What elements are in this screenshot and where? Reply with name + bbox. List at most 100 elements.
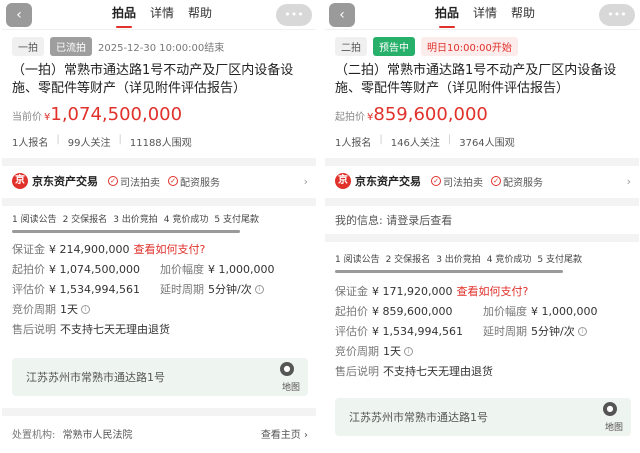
round-tag: 二拍 bbox=[335, 37, 367, 56]
deposit-value: ¥ 171,920,000 bbox=[372, 285, 453, 298]
check-icon: ✓ bbox=[431, 176, 441, 186]
delay-period: 5分钟/次 bbox=[208, 283, 252, 296]
step: 4 竞价成功 bbox=[486, 255, 532, 265]
step: 3 出价竞拍 bbox=[113, 215, 158, 225]
info-icon[interactable]: i bbox=[404, 347, 413, 356]
step: 1 阅读公告 bbox=[335, 255, 380, 265]
signup-count: 1人报名 bbox=[335, 138, 372, 149]
status-row: 一拍 已流拍 2025-12-30 10:00:00结束 bbox=[12, 37, 224, 56]
deposit-row: 保证金 ¥ 171,920,000 查看如何支付? bbox=[335, 282, 631, 302]
pay-help-link[interactable]: 查看如何支付? bbox=[133, 240, 205, 260]
check-icon: ✓ bbox=[108, 176, 118, 186]
price-row: 当前价 ¥ 1,074,500,000 bbox=[12, 104, 182, 125]
delay-period: 5分钟/次 bbox=[531, 325, 575, 338]
state-tag: 已流拍 bbox=[50, 37, 92, 56]
check-icon: ✓ bbox=[491, 176, 501, 186]
pay-help-link[interactable]: 查看如何支付? bbox=[456, 282, 528, 302]
tab-detail[interactable]: 详情 bbox=[473, 0, 497, 30]
lot-title: （二拍）常熟市通达路1号不动产及厂区内设备设施、零配件等财产（详见附件评估报告） bbox=[335, 63, 617, 96]
step: 3 出价竞拍 bbox=[436, 255, 481, 265]
org-name: 常熟市人民法院 bbox=[62, 430, 133, 441]
follow-count: 99人关注 bbox=[67, 138, 111, 149]
auction-panel-second: ‹ 拍品 详情 帮助 ••• 二拍 预告中 明日10:00:00开始 （二拍）常… bbox=[325, 0, 639, 453]
address: 江苏苏州市常熟市通达路1号 bbox=[349, 411, 488, 424]
address: 江苏苏州市常熟市通达路1号 bbox=[26, 371, 165, 384]
cycle-row: 竞价周期 1天 i bbox=[12, 300, 308, 320]
map-pin-icon: ● bbox=[280, 362, 294, 376]
top-nav: ‹ 拍品 详情 帮助 ••• bbox=[325, 0, 639, 30]
platform-row[interactable]: 京 京东资产交易 ✓ 司法拍卖 ✓ 配资服务 › bbox=[335, 170, 631, 192]
info-icon[interactable]: i bbox=[577, 327, 587, 336]
platform-row[interactable]: 京 京东资产交易 ✓ 司法拍卖 ✓ 配资服务 › bbox=[12, 170, 308, 192]
start-price: ¥ 1,074,500,000 bbox=[49, 263, 140, 276]
current-price: 1,074,500,000 bbox=[50, 104, 183, 125]
platform-name: 京东资产交易 bbox=[32, 175, 98, 188]
appraise-price: ¥ 1,534,994,561 bbox=[49, 283, 140, 296]
tab-help[interactable]: 帮助 bbox=[511, 0, 535, 30]
more-icon[interactable]: ••• bbox=[599, 4, 635, 26]
auction-info: 保证金 ¥ 214,900,000 查看如何支付? 起拍价 ¥ 1,074,500… bbox=[12, 240, 308, 340]
price-label: 起拍价 bbox=[335, 112, 365, 123]
after-sale-row: 售后说明 不支持七天无理由退货 bbox=[12, 320, 308, 340]
process-steps[interactable]: 1 阅读公告 2 交保报名 3 出价竞拍 4 竞价成功 5 支付尾款 bbox=[335, 252, 631, 268]
map-label: 地图 bbox=[281, 383, 300, 393]
price-label: 当前价 bbox=[12, 112, 42, 123]
tab-bar: 拍品 详情 帮助 bbox=[435, 0, 535, 30]
step: 2 交保报名 bbox=[62, 215, 108, 225]
info-icon[interactable]: i bbox=[254, 285, 264, 294]
platform-name: 京东资产交易 bbox=[355, 175, 421, 188]
tab-bar: 拍品 详情 帮助 bbox=[112, 0, 212, 30]
state-tag: 预告中 bbox=[373, 37, 415, 56]
step: 5 支付尾款 bbox=[214, 215, 259, 225]
back-icon[interactable]: ‹ bbox=[329, 3, 355, 27]
stats-row: 1人报名 | 146人关注 | 3764人围观 bbox=[335, 134, 515, 149]
chevron-right-icon: › bbox=[626, 174, 631, 188]
process-steps[interactable]: 1 阅读公告 2 交保报名 3 出价竞拍 4 竞价成功 5 支付尾款 bbox=[12, 212, 308, 228]
step: 2 交保报名 bbox=[385, 255, 431, 265]
auction-panel-first: ‹ 拍品 详情 帮助 ••• 一拍 已流拍 2025-12-30 10:00:0… bbox=[2, 0, 316, 453]
start-price: ¥ 859,600,000 bbox=[372, 305, 453, 318]
follow-count: 146人关注 bbox=[390, 138, 440, 149]
tab-item[interactable]: 拍品 bbox=[112, 0, 136, 30]
view-count: 11188人围观 bbox=[129, 138, 192, 149]
map-card[interactable]: 江苏苏州市常熟市通达路1号 ● 地图 bbox=[12, 358, 308, 396]
map-card[interactable]: 江苏苏州市常熟市通达路1号 ● 地图 bbox=[335, 398, 631, 436]
view-count: 3764人围观 bbox=[459, 138, 515, 149]
steps-progress bbox=[335, 270, 563, 273]
back-icon[interactable]: ‹ bbox=[6, 3, 32, 27]
end-time: 2025-12-30 10:00:00结束 bbox=[98, 43, 225, 54]
increment: ¥ 1,000,000 bbox=[531, 305, 598, 318]
deposit-row: 保证金 ¥ 214,900,000 查看如何支付? bbox=[12, 240, 308, 260]
tab-item[interactable]: 拍品 bbox=[435, 0, 459, 30]
stats-row: 1人报名 | 99人关注 | 11188人围观 bbox=[12, 134, 192, 149]
map-label: 地图 bbox=[604, 423, 623, 433]
home-link[interactable]: 查看主页 › bbox=[261, 426, 308, 441]
cycle-value: 1天 bbox=[383, 345, 401, 358]
judicial-badge: ✓ 司法拍卖 bbox=[431, 174, 483, 189]
top-nav: ‹ 拍品 详情 帮助 ••• bbox=[2, 0, 316, 30]
tab-help[interactable]: 帮助 bbox=[188, 0, 212, 30]
steps-progress bbox=[12, 230, 240, 233]
appraise-row: 评估价 ¥ 1,534,994,561 延时周期 5分钟/次 i bbox=[12, 280, 308, 300]
chevron-right-icon: › bbox=[303, 174, 308, 188]
start-time: 明日10:00:00开始 bbox=[421, 37, 518, 56]
price-row: 起拍价 ¥ 859,600,000 bbox=[335, 104, 488, 125]
step: 1 阅读公告 bbox=[12, 215, 57, 225]
more-icon[interactable]: ••• bbox=[276, 4, 312, 26]
cycle-value: 1天 bbox=[60, 303, 78, 316]
finance-badge: ✓ 配资服务 bbox=[491, 174, 543, 189]
tab-detail[interactable]: 详情 bbox=[150, 0, 174, 30]
increment: ¥ 1,000,000 bbox=[208, 263, 275, 276]
price-detail-row: 起拍价 ¥ 859,600,000 加价幅度 ¥ 1,000,000 bbox=[335, 302, 631, 322]
price-detail-row: 起拍价 ¥ 1,074,500,000 加价幅度 ¥ 1,000,000 bbox=[12, 260, 308, 280]
info-icon[interactable]: i bbox=[81, 305, 90, 314]
finance-badge: ✓ 配资服务 bbox=[168, 174, 220, 189]
status-row: 二拍 预告中 明日10:00:00开始 bbox=[335, 37, 518, 56]
jd-logo-icon: 京 bbox=[12, 173, 28, 189]
my-info-row[interactable]: 我的信息: 请登录后查看 bbox=[335, 212, 452, 228]
cycle-row: 竞价周期 1天 i bbox=[335, 342, 631, 362]
lot-title: （一拍）常熟市通达路1号不动产及厂区内设备设施、零配件等财产（详见附件评估报告） bbox=[12, 63, 294, 96]
map-pin-icon: ● bbox=[603, 402, 617, 416]
signup-count: 1人报名 bbox=[12, 138, 49, 149]
step: 5 支付尾款 bbox=[537, 255, 582, 265]
